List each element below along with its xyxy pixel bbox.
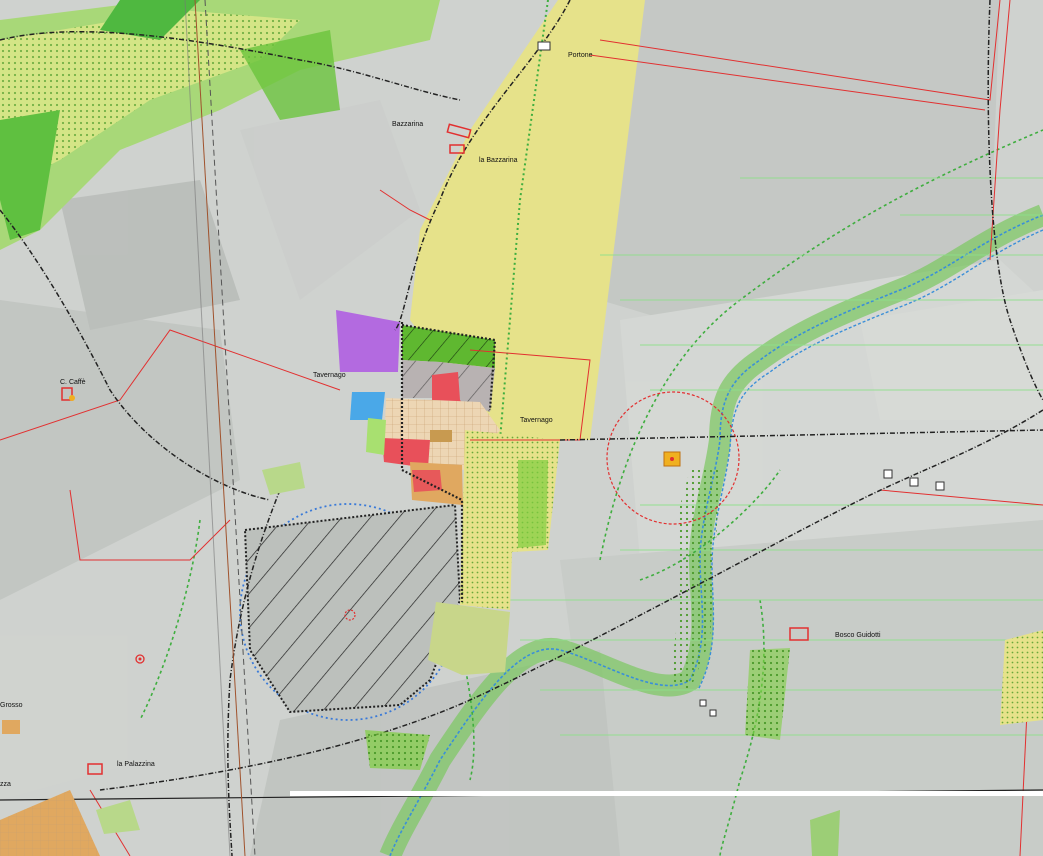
place-label-bazzarina: Bazzarina: [392, 121, 423, 128]
place-label-la-bazzarina: la Bazzarina: [479, 157, 518, 164]
place-label-la-palazzina: la Palazzina: [117, 761, 155, 768]
place-label-grosso: Grosso: [0, 702, 23, 709]
scale-strip: [290, 791, 1043, 796]
place-label-zza: zza: [0, 781, 11, 788]
place-label-c-caffe: C. Caffè: [60, 379, 86, 386]
map-view[interactable]: Portone Bazzarina la Bazzarina C. Caffè …: [0, 0, 1043, 856]
place-label-tavernago-west: Tavernago: [313, 372, 346, 379]
place-label-tavernago-east: Tavernago: [520, 417, 553, 424]
map-canvas[interactable]: Portone Bazzarina la Bazzarina C. Caffè …: [0, 0, 1043, 856]
place-label-portone: Portone: [568, 52, 593, 59]
place-label-bosco-guidotti: Bosco Guidotti: [835, 632, 881, 639]
